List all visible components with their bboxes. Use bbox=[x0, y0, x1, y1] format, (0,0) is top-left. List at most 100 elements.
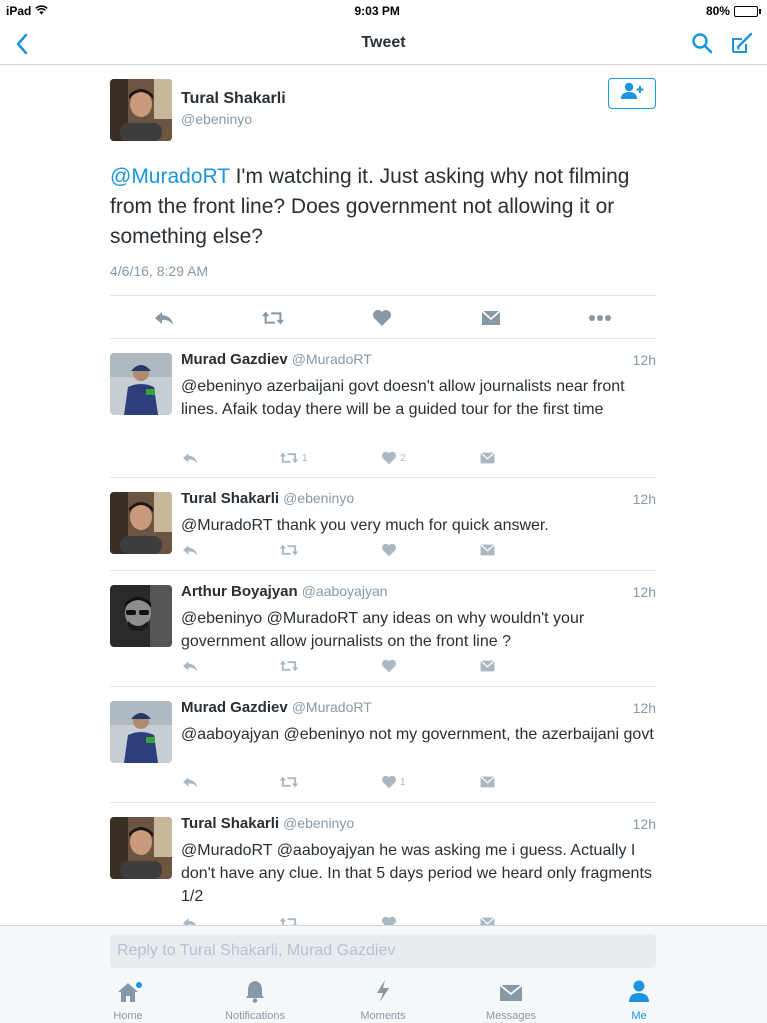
author-name[interactable]: Murad Gazdiev bbox=[181, 699, 288, 716]
reply-text: @MuradoRT @aaboyajyan he was asking me i… bbox=[181, 842, 652, 905]
reply-actions bbox=[181, 914, 511, 925]
tweet-mention[interactable]: @MuradoRT bbox=[110, 165, 230, 188]
bottom-bar: Home Notifications Moments Messages Me bbox=[0, 925, 767, 1023]
unread-dot bbox=[136, 982, 142, 988]
tab-label: Notifications bbox=[225, 1010, 285, 1022]
tweet-actions bbox=[110, 295, 656, 339]
heart-icon[interactable] bbox=[381, 541, 400, 559]
envelope-icon[interactable] bbox=[479, 306, 503, 330]
add-user-icon bbox=[619, 81, 645, 106]
bell-icon bbox=[244, 979, 266, 1006]
tab-moments[interactable]: Moments bbox=[333, 980, 433, 1022]
retweet-icon[interactable]: 1 bbox=[279, 449, 308, 467]
reply-actions: 1 2 bbox=[181, 449, 511, 467]
reply-icon[interactable] bbox=[181, 657, 199, 675]
reply-item[interactable]: Arthur Boyajyan @aaboyajyan 12h @ebeninyo… bbox=[110, 571, 656, 687]
author-name[interactable]: Tural Shakarli bbox=[181, 815, 279, 832]
envelope-icon[interactable] bbox=[479, 773, 496, 791]
reply-actions bbox=[181, 541, 511, 559]
page-title: Tweet bbox=[361, 34, 406, 51]
envelope-icon[interactable] bbox=[479, 541, 496, 559]
reply-icon[interactable] bbox=[181, 773, 199, 791]
author-handle[interactable]: @ebeninyo bbox=[283, 815, 354, 831]
envelope-icon[interactable] bbox=[479, 449, 496, 467]
reply-item[interactable]: Murad Gazdiev @MuradoRT 12h @ebeninyo aze… bbox=[110, 339, 656, 478]
retweet-icon[interactable] bbox=[279, 657, 302, 675]
reply-input[interactable] bbox=[110, 934, 656, 968]
lightning-icon bbox=[375, 979, 391, 1006]
tab-messages[interactable]: Messages bbox=[461, 980, 561, 1022]
author-name[interactable]: Tural Shakarli bbox=[181, 90, 286, 108]
retweet-icon[interactable] bbox=[279, 773, 302, 791]
tab-label: Me bbox=[631, 1010, 647, 1022]
author-name[interactable]: Murad Gazdiev bbox=[181, 351, 288, 368]
heart-icon[interactable] bbox=[381, 657, 400, 675]
reply-icon[interactable] bbox=[181, 541, 199, 559]
reply-icon[interactable] bbox=[181, 914, 199, 925]
reply-icon[interactable] bbox=[152, 306, 176, 330]
reply-time: 12h bbox=[632, 491, 656, 507]
search-icon[interactable] bbox=[689, 30, 715, 56]
reply-actions bbox=[181, 657, 511, 675]
reply-text: @ebeninyo azerbaijani govt doesn't allow… bbox=[181, 378, 625, 418]
reply-text: @MuradoRT thank you very much for quick … bbox=[181, 517, 549, 534]
tab-home[interactable]: Home bbox=[78, 980, 178, 1022]
status-time: 9:03 PM bbox=[354, 4, 400, 18]
tab-notifications[interactable]: Notifications bbox=[205, 980, 305, 1022]
nav-bar: Tweet bbox=[0, 22, 767, 65]
tweet-detail: Tural Shakarli @ebeninyo @MuradoRT I'm w… bbox=[0, 66, 767, 925]
status-bar: iPad 9:03 PM 80% bbox=[0, 0, 767, 22]
avatar[interactable] bbox=[110, 492, 172, 554]
avatar[interactable] bbox=[110, 353, 172, 415]
avatar[interactable] bbox=[110, 585, 172, 647]
retweet-icon[interactable] bbox=[261, 306, 285, 330]
retweet-icon[interactable] bbox=[279, 914, 302, 925]
like-count: 1 bbox=[400, 776, 406, 788]
follow-button[interactable] bbox=[608, 78, 656, 109]
heart-icon[interactable] bbox=[381, 914, 400, 925]
envelope-icon bbox=[498, 983, 524, 1006]
tweet-timestamp: 4/6/16, 8:29 AM bbox=[110, 263, 209, 279]
reply-time: 12h bbox=[632, 700, 656, 716]
author-handle[interactable]: @MuradoRT bbox=[292, 351, 372, 367]
reply-actions: 1 bbox=[181, 773, 511, 791]
reply-item[interactable]: Murad Gazdiev @MuradoRT 12h @aaboyajyan @… bbox=[110, 687, 656, 803]
tab-me[interactable]: Me bbox=[589, 980, 689, 1022]
author-handle[interactable]: @ebeninyo bbox=[283, 490, 354, 506]
tab-label: Messages bbox=[485, 1010, 537, 1022]
wifi-icon bbox=[35, 4, 49, 18]
envelope-icon[interactable] bbox=[479, 914, 496, 925]
compose-icon[interactable] bbox=[729, 30, 755, 56]
avatar[interactable] bbox=[110, 701, 172, 763]
device-label: iPad bbox=[6, 4, 32, 18]
avatar[interactable] bbox=[110, 79, 172, 141]
tweet-text: @MuradoRT I'm watching it. Just asking w… bbox=[110, 162, 670, 252]
reply-icon[interactable] bbox=[181, 449, 199, 467]
reply-item[interactable]: Tural Shakarli @ebeninyo 12h @MuradoRT th… bbox=[110, 478, 656, 571]
author-name[interactable]: Tural Shakarli bbox=[181, 490, 279, 507]
more-icon[interactable] bbox=[588, 306, 612, 330]
reply-time: 12h bbox=[632, 584, 656, 600]
reply-time: 12h bbox=[632, 352, 656, 368]
author-handle[interactable]: @aaboyajyan bbox=[302, 583, 388, 599]
heart-icon[interactable]: 1 bbox=[381, 773, 406, 791]
envelope-icon[interactable] bbox=[479, 657, 496, 675]
retweet-count: 1 bbox=[302, 452, 308, 464]
like-count: 2 bbox=[400, 452, 406, 464]
retweet-icon[interactable] bbox=[279, 541, 302, 559]
chevron-left-icon[interactable] bbox=[8, 30, 36, 58]
reply-time: 12h bbox=[632, 816, 656, 832]
tab-label: Moments bbox=[360, 1010, 406, 1022]
tab-label: Home bbox=[113, 1010, 143, 1022]
author-handle[interactable]: @ebeninyo bbox=[181, 111, 252, 127]
author-name[interactable]: Arthur Boyajyan bbox=[181, 583, 298, 600]
person-icon bbox=[628, 979, 650, 1006]
heart-icon[interactable]: 2 bbox=[381, 449, 406, 467]
battery-icon bbox=[733, 5, 758, 17]
reply-item[interactable]: Tural Shakarli @ebeninyo 12h @MuradoRT @a… bbox=[110, 803, 656, 925]
avatar[interactable] bbox=[110, 817, 172, 879]
author-handle[interactable]: @MuradoRT bbox=[292, 699, 372, 715]
battery-percent: 80% bbox=[705, 4, 730, 18]
heart-icon[interactable] bbox=[370, 306, 394, 330]
reply-text: @aaboyajyan @ebeninyo not my government,… bbox=[181, 726, 654, 743]
